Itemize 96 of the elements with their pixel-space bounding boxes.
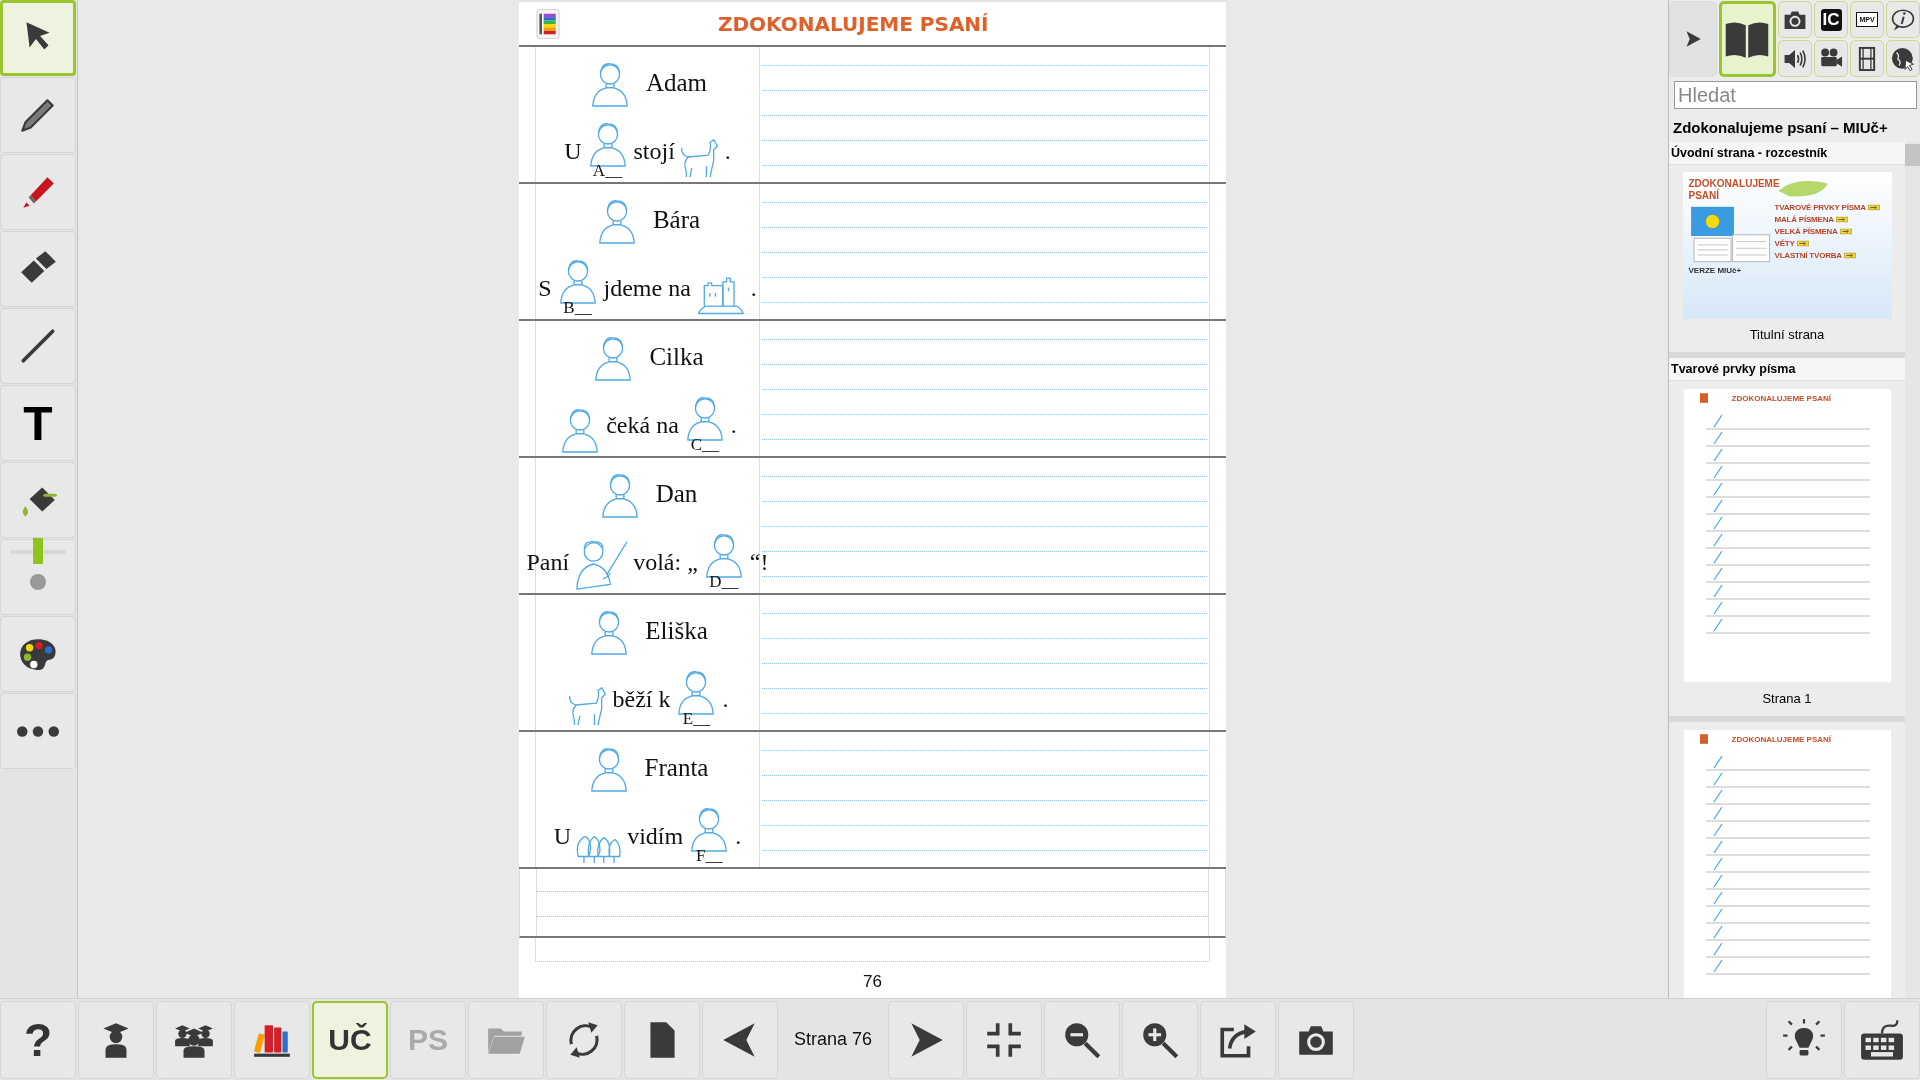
collapse-button[interactable] xyxy=(1669,1,1717,77)
camera-button[interactable] xyxy=(1778,1,1812,38)
keyboard-button[interactable] xyxy=(1844,1000,1920,1079)
light-button[interactable] xyxy=(1766,1000,1842,1079)
thumbnail-heading: ZDOKONALUJEME PSANÍ xyxy=(1688,178,1780,202)
eraser-tool-button[interactable] xyxy=(0,231,76,307)
name-blank: D__ xyxy=(709,574,739,590)
sentence-text: U xyxy=(553,823,572,851)
sentence-text: stojí xyxy=(633,138,675,166)
page-number: 76 xyxy=(862,972,883,992)
name-blank: F__ xyxy=(695,848,723,864)
menu-link-text: MALÁ PÍSMENA xyxy=(1774,215,1834,224)
thumbnail-caption: Titulní strana xyxy=(1749,327,1825,342)
menu-link-text: VELKÁ PÍSMENA xyxy=(1774,227,1838,236)
name-blank: C__ xyxy=(690,437,719,453)
menu-link-text: VLASTNÍ TVORBA xyxy=(1774,251,1842,260)
worksheet-title: ZDOKONALUJEME PSANÍ xyxy=(718,11,989,36)
more-icon xyxy=(17,725,59,737)
text-tool-button[interactable]: T xyxy=(0,385,76,461)
child-name: Adam xyxy=(645,69,708,97)
arrow-button-icon xyxy=(1843,252,1856,259)
name-blank: A__ xyxy=(592,163,623,179)
next-button[interactable] xyxy=(888,1000,964,1079)
sentence-text: čeká na xyxy=(606,412,679,440)
sentence-text: “! xyxy=(749,549,769,577)
sentence-text: . xyxy=(730,412,737,440)
page-label: Strana 76 xyxy=(792,1029,874,1050)
sentence-text: běží k xyxy=(612,686,671,714)
share-button[interactable] xyxy=(1200,1000,1276,1079)
zoom-out-button[interactable] xyxy=(1044,1000,1120,1079)
arrow-button-icon xyxy=(1867,204,1880,211)
sentence-text: S xyxy=(538,275,552,303)
mode-button[interactable]: UČ xyxy=(312,1000,388,1079)
sentence-text: . xyxy=(750,275,757,303)
more-tool-button[interactable] xyxy=(0,693,76,769)
child-name: Cilka xyxy=(649,343,704,371)
fill-tool-button[interactable] xyxy=(0,462,76,538)
name-blank: E__ xyxy=(682,711,711,727)
line-tool-button[interactable] xyxy=(0,308,76,384)
slider-thumb[interactable] xyxy=(33,538,43,564)
library-button[interactable] xyxy=(234,1000,310,1079)
section-header[interactable]: Tvarové prvky písma xyxy=(1669,358,1905,381)
page-thumbnail[interactable]: ZDOKONALUJEME PSANÍ VERZE MIUč+ TVAROVÉ PRVKY PÍSMA MALÁ PÍSMENA VELKÁ PÍSMENA VĚTY VLASTNÍ TVORBA xyxy=(1682,172,1892,319)
child-name: Eliška xyxy=(645,617,708,645)
fit-button[interactable] xyxy=(966,1000,1042,1079)
palette-tool-button[interactable] xyxy=(0,616,76,692)
ic-button[interactable]: IC xyxy=(1814,1,1848,38)
sentence-text: . xyxy=(722,686,729,714)
child-name: Bára xyxy=(652,206,701,234)
class-button[interactable] xyxy=(156,1000,232,1079)
pencil-tool-button[interactable] xyxy=(0,77,76,153)
scrollbar[interactable] xyxy=(1905,142,1920,998)
name-blank: B__ xyxy=(563,300,592,316)
globe-icon xyxy=(1890,45,1916,72)
sentence-text: jdeme na xyxy=(603,275,691,303)
size-preview-dot xyxy=(30,574,46,590)
sentence-text: volá: „ xyxy=(633,549,698,577)
student-button[interactable] xyxy=(78,1000,154,1079)
video-button[interactable] xyxy=(1814,40,1848,77)
speaker-button[interactable] xyxy=(1778,40,1812,77)
child-name: Franta xyxy=(644,754,709,782)
sync-button[interactable] xyxy=(546,1000,622,1079)
book-title: Zdokonalujeme psaní – MIUč+ xyxy=(1673,119,1889,136)
thumbnail-heading: ZDOKONALUJEME PSANÍ xyxy=(1731,734,1832,744)
help-button[interactable]: ? xyxy=(0,1000,76,1079)
teacher-drawing xyxy=(573,538,630,590)
sentence-text: . xyxy=(735,823,742,851)
marker-tool-button[interactable] xyxy=(0,154,76,230)
keyboard-icon xyxy=(1860,1017,1904,1062)
arrow-button-icon xyxy=(1796,240,1809,247)
globe-button[interactable] xyxy=(1886,40,1920,77)
page-button[interactable] xyxy=(624,1000,700,1079)
sentence-text: U xyxy=(564,138,582,166)
camera-button[interactable] xyxy=(1278,1000,1354,1079)
menu-link-text: TVAROVÉ PRVKY PÍSMA xyxy=(1774,203,1866,212)
section-header[interactable]: Úvodní strana - rozcestník xyxy=(1669,142,1905,165)
film-button[interactable] xyxy=(1850,40,1884,77)
version-label: VERZE MIUč+ xyxy=(1688,266,1743,275)
page-thumbnail[interactable]: ZDOKONALUJEME PSANÍ xyxy=(1682,729,1892,998)
child-name: Dan xyxy=(655,480,698,508)
book-button[interactable] xyxy=(1718,1,1776,77)
size-slider[interactable] xyxy=(0,539,76,615)
thumbnail-heading: ZDOKONALUJEME PSANÍ xyxy=(1731,393,1832,403)
sentence-text: vidím xyxy=(627,823,684,851)
prev-button[interactable] xyxy=(702,1000,778,1079)
arrow-button-icon xyxy=(1835,216,1848,223)
sentence-text: Paní xyxy=(526,549,570,577)
arrow-button-icon xyxy=(1839,228,1852,235)
thumbnail-caption: Strana 1 xyxy=(1762,691,1812,706)
sentence-text: . xyxy=(724,138,731,166)
menu-link-text: VĚTY xyxy=(1774,239,1795,248)
zoom-in-button[interactable] xyxy=(1122,1000,1198,1079)
search-field[interactable]: Hledat xyxy=(1674,81,1917,109)
page-thumbnail[interactable]: ZDOKONALUJEME PSANÍ xyxy=(1682,388,1892,683)
select-tool-button[interactable] xyxy=(0,0,76,76)
info-button[interactable] xyxy=(1886,1,1920,38)
